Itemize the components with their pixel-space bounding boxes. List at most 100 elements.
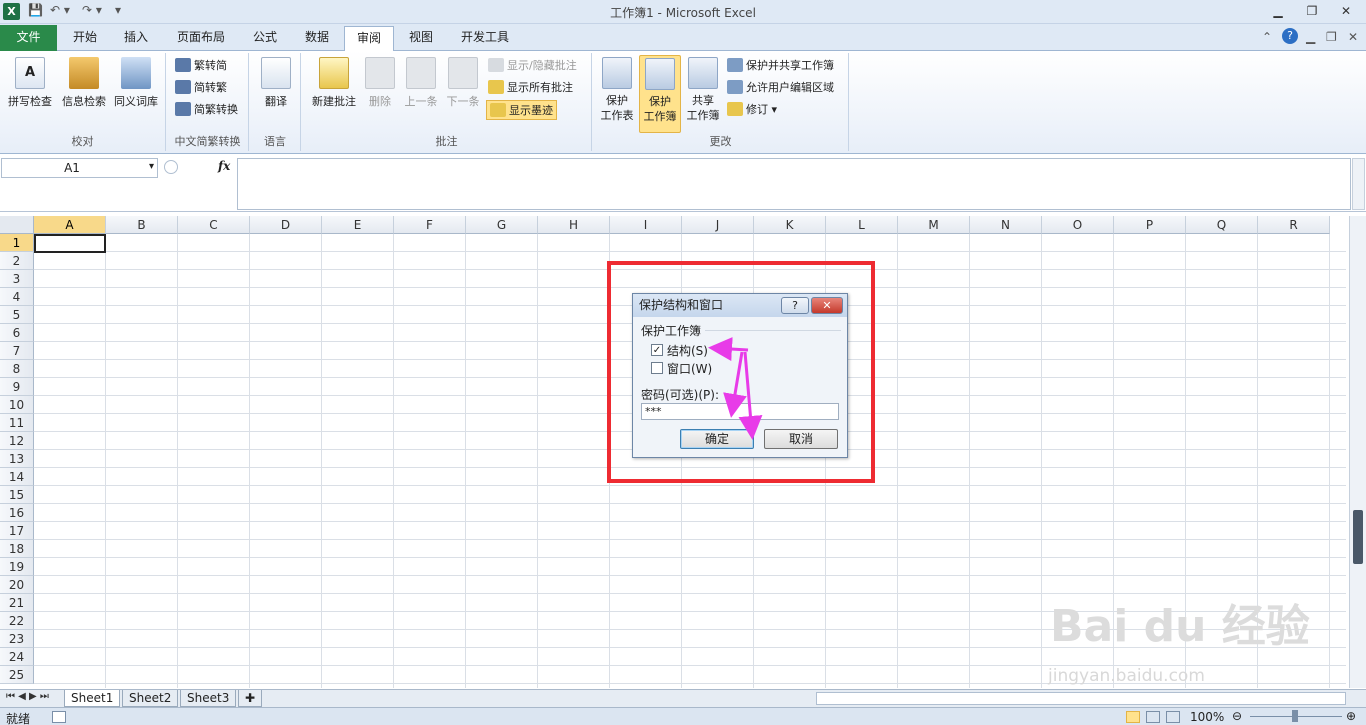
row-header[interactable]: 12 bbox=[0, 432, 34, 450]
row-header[interactable]: 10 bbox=[0, 396, 34, 414]
column-header[interactable]: P bbox=[1114, 216, 1186, 234]
select-all-corner[interactable] bbox=[0, 216, 34, 234]
row-header[interactable]: 1 bbox=[0, 234, 34, 252]
scroll-thumb[interactable] bbox=[1353, 510, 1363, 564]
page-break-view-icon[interactable] bbox=[1166, 711, 1180, 723]
share-workbook-button[interactable]: 共享 工作簿 bbox=[683, 55, 723, 123]
column-header[interactable]: C bbox=[178, 216, 250, 234]
active-cell[interactable] bbox=[34, 234, 106, 253]
column-header[interactable]: Q bbox=[1186, 216, 1258, 234]
row-header[interactable]: 5 bbox=[0, 306, 34, 324]
insert-function-icon[interactable]: fx bbox=[218, 159, 230, 173]
row-header[interactable]: 3 bbox=[0, 270, 34, 288]
cancel-button[interactable]: 取消 bbox=[764, 429, 838, 449]
chinese-convert-button[interactable]: 简繁转换 bbox=[175, 100, 238, 120]
expand-icon[interactable] bbox=[164, 160, 178, 174]
normal-view-icon[interactable] bbox=[1126, 711, 1140, 723]
research-button[interactable]: 信息检索 bbox=[58, 55, 110, 109]
help-icon[interactable]: ? bbox=[1282, 28, 1298, 44]
close-button[interactable]: ✕ bbox=[811, 297, 843, 314]
tab-page-layout[interactable]: 页面布局 bbox=[168, 26, 234, 51]
tab-review[interactable]: 审阅 bbox=[344, 26, 394, 52]
allow-edit-ranges-button[interactable]: 允许用户编辑区域 bbox=[727, 78, 834, 98]
row-header[interactable]: 14 bbox=[0, 468, 34, 486]
column-header[interactable]: O bbox=[1042, 216, 1114, 234]
row-header[interactable]: 13 bbox=[0, 450, 34, 468]
protect-sheet-button[interactable]: 保护 工作表 bbox=[597, 55, 637, 123]
insert-sheet-icon[interactable]: ✚ bbox=[238, 690, 262, 707]
row-header[interactable]: 8 bbox=[0, 360, 34, 378]
row-header[interactable]: 9 bbox=[0, 378, 34, 396]
simp-to-trad-button[interactable]: 简转繁 bbox=[175, 78, 227, 98]
tab-view[interactable]: 视图 bbox=[398, 26, 444, 51]
doc-close-icon[interactable]: ✕ bbox=[1348, 30, 1358, 44]
name-box[interactable]: A1 ▾ bbox=[1, 158, 158, 178]
column-header[interactable]: E bbox=[322, 216, 394, 234]
sheet-tab-2[interactable]: Sheet2 bbox=[122, 690, 179, 707]
window-checkbox[interactable] bbox=[651, 362, 663, 374]
row-header[interactable]: 24 bbox=[0, 648, 34, 666]
show-ink-button[interactable]: 显示墨迹 bbox=[486, 100, 557, 120]
chevron-down-icon[interactable]: ▾ bbox=[149, 161, 154, 172]
row-header[interactable]: 16 bbox=[0, 504, 34, 522]
column-header[interactable]: J bbox=[682, 216, 754, 234]
column-header[interactable]: A bbox=[34, 216, 106, 234]
zoom-in-icon[interactable]: ⊕ bbox=[1346, 709, 1356, 723]
close-icon[interactable]: ✕ bbox=[1332, 1, 1360, 21]
tab-developer[interactable]: 开发工具 bbox=[452, 26, 518, 51]
sheet-tab-3[interactable]: Sheet3 bbox=[180, 690, 237, 707]
new-comment-button[interactable]: 新建批注 bbox=[306, 55, 362, 109]
ribbon-collapse-icon[interactable]: ⌃ bbox=[1262, 30, 1272, 44]
delete-comment-button[interactable]: 删除 bbox=[362, 55, 398, 109]
row-header[interactable]: 25 bbox=[0, 666, 34, 684]
zoom-out-icon[interactable]: ⊖ bbox=[1232, 709, 1242, 723]
show-hide-comment-button[interactable]: 显示/隐藏批注 bbox=[488, 56, 577, 76]
row-header[interactable]: 6 bbox=[0, 324, 34, 342]
protect-workbook-button[interactable]: 保护 工作簿 bbox=[639, 55, 681, 133]
thesaurus-button[interactable]: 同义词库 bbox=[110, 55, 162, 109]
help-button[interactable]: ? bbox=[781, 297, 809, 314]
macro-record-icon[interactable] bbox=[52, 711, 66, 723]
row-header[interactable]: 23 bbox=[0, 630, 34, 648]
row-header[interactable]: 2 bbox=[0, 252, 34, 270]
ok-button[interactable]: 确定 bbox=[680, 429, 754, 449]
previous-comment-button[interactable]: 上一条 bbox=[400, 55, 442, 109]
row-header[interactable]: 18 bbox=[0, 540, 34, 558]
track-changes-button[interactable]: 修订 ▾ bbox=[727, 100, 777, 120]
column-header[interactable]: K bbox=[754, 216, 826, 234]
column-header[interactable]: N bbox=[970, 216, 1042, 234]
row-header[interactable]: 4 bbox=[0, 288, 34, 306]
zoom-thumb[interactable] bbox=[1292, 710, 1298, 722]
zoom-level[interactable]: 100% bbox=[1190, 710, 1224, 724]
row-header[interactable]: 17 bbox=[0, 522, 34, 540]
tab-data[interactable]: 数据 bbox=[294, 26, 340, 51]
row-header[interactable]: 19 bbox=[0, 558, 34, 576]
column-header[interactable]: M bbox=[898, 216, 970, 234]
tab-insert[interactable]: 插入 bbox=[113, 26, 159, 51]
row-header[interactable]: 7 bbox=[0, 342, 34, 360]
password-input[interactable]: *** bbox=[641, 403, 839, 420]
column-header[interactable]: L bbox=[826, 216, 898, 234]
minimize-icon[interactable]: ▁ bbox=[1264, 1, 1292, 21]
row-header[interactable]: 11 bbox=[0, 414, 34, 432]
tab-formulas[interactable]: 公式 bbox=[242, 26, 288, 51]
row-header[interactable]: 22 bbox=[0, 612, 34, 630]
sheet-tab-1[interactable]: Sheet1 bbox=[64, 690, 121, 707]
column-header[interactable]: B bbox=[106, 216, 178, 234]
horizontal-scrollbar[interactable] bbox=[816, 692, 1346, 705]
column-header[interactable]: F bbox=[394, 216, 466, 234]
spell-check-button[interactable]: A 拼写检查 bbox=[4, 55, 56, 109]
structure-checkbox[interactable]: ✓ bbox=[651, 344, 663, 356]
row-header[interactable]: 21 bbox=[0, 594, 34, 612]
column-header[interactable]: I bbox=[610, 216, 682, 234]
row-header[interactable]: 15 bbox=[0, 486, 34, 504]
translate-button[interactable]: 翻译 bbox=[254, 55, 298, 109]
next-comment-button[interactable]: 下一条 bbox=[442, 55, 484, 109]
column-header[interactable]: R bbox=[1258, 216, 1330, 234]
sheet-nav-icon[interactable]: ⏮ ◀ ▶ ⏭ bbox=[6, 691, 49, 702]
trad-to-simp-button[interactable]: 繁转简 bbox=[175, 56, 227, 76]
formula-scrollbar[interactable] bbox=[1352, 158, 1365, 210]
vertical-scrollbar[interactable] bbox=[1349, 216, 1366, 688]
column-header[interactable]: G bbox=[466, 216, 538, 234]
restore-icon[interactable]: ❐ bbox=[1298, 1, 1326, 21]
